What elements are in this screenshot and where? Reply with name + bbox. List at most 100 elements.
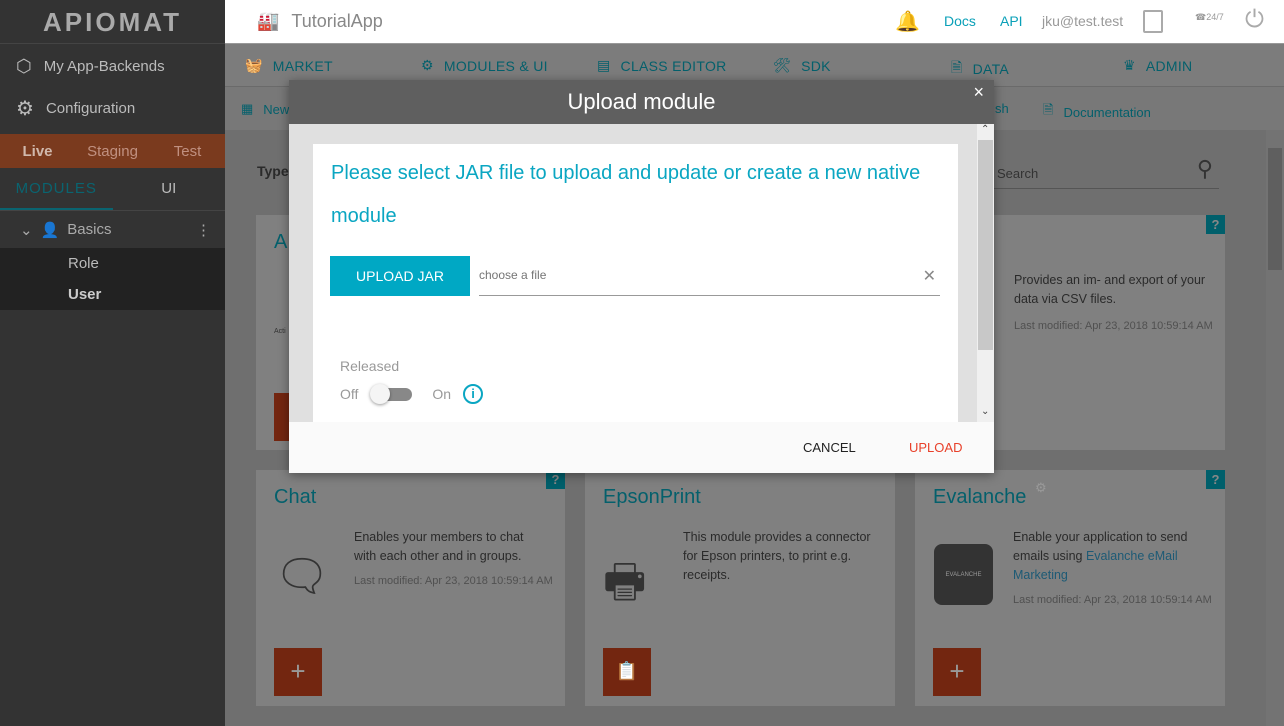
nav-sdk[interactable]: 🛠 SDK — [773, 57, 831, 74]
help-icon[interactable]: ? — [1206, 215, 1225, 234]
module-card: ? Provides an im- and export of your dat… — [994, 215, 1225, 450]
card-title: Evalanche — [933, 486, 1027, 508]
card-title: A — [274, 231, 288, 253]
documentation-icon: 🗎 — [1043, 102, 1054, 117]
nav-label: MODULES & UI — [443, 57, 548, 74]
evalanche-logo: EVALANCHE — [934, 544, 993, 605]
scroll-down-icon[interactable]: ⌄ — [981, 406, 989, 417]
clipboard-import-icon: 📋 — [615, 661, 639, 681]
dialog-body: Please select JAR file to upload and upd… — [289, 124, 994, 422]
page-scrollbar[interactable] — [1266, 130, 1284, 726]
support-label: 24/7 — [1206, 12, 1224, 22]
app-title: 🏭 TutorialApp — [257, 11, 383, 32]
search-input[interactable]: Search ⚲ — [994, 156, 1219, 189]
dialog-title: Upload module — [289, 80, 994, 124]
top-bar: 🏭 TutorialApp 🔔 Docs API jku@test.test ☎2… — [225, 0, 1284, 44]
documentation-label: Documentation — [1063, 104, 1151, 120]
file-input[interactable] — [479, 268, 899, 282]
released-label: Released — [340, 358, 400, 374]
power-icon[interactable]: ⏻ — [1245, 6, 1264, 34]
help-icon[interactable]: ? — [1206, 470, 1225, 489]
chevron-down-icon: ⌄ — [20, 221, 33, 239]
upload-module-dialog: Upload module × Please select JAR file t… — [289, 80, 994, 473]
tab-ui[interactable]: UI — [113, 168, 226, 210]
gear-icon: ⚙ — [421, 57, 434, 73]
import-module-button[interactable]: 📋 — [603, 648, 651, 696]
nav-admin[interactable]: ♛ ADMIN — [1123, 57, 1192, 74]
scroll-up-icon[interactable]: ⌃ — [981, 124, 989, 135]
sidebar-tabs: MODULES UI — [0, 168, 225, 211]
gears-icon: ⚙ — [1035, 480, 1047, 495]
scrollbar-thumb[interactable] — [1268, 148, 1282, 270]
api-link[interactable]: API — [1000, 13, 1023, 29]
document-icon: 🗎 — [951, 59, 963, 75]
dialog-panel: Please select JAR file to upload and upd… — [313, 144, 958, 422]
upload-jar-button[interactable]: UPLOAD JAR — [330, 256, 470, 296]
user-email[interactable]: jku@test.test — [1042, 13, 1123, 29]
sidebar-item-label: My App-Backends — [43, 57, 165, 75]
nav-label: MARKET — [272, 57, 333, 74]
card-title: Chat — [274, 486, 317, 508]
card-description: Enable your application to send emails u… — [1013, 528, 1203, 585]
info-icon[interactable]: i — [463, 384, 484, 404]
app-name: TutorialApp — [291, 11, 383, 31]
search-placeholder: Search — [997, 166, 1039, 181]
grid-icon: ▦ — [241, 101, 254, 116]
nav-class-editor[interactable]: ▤ CLASS EDITOR — [597, 57, 727, 74]
tools-icon: 🛠 — [773, 57, 792, 73]
class-editor-icon: ▤ — [597, 57, 611, 73]
bell-icon[interactable]: 🔔 — [895, 9, 920, 34]
group-basics[interactable]: ⌄ 👤 Basics ⋮ — [0, 211, 225, 248]
close-icon[interactable]: × — [973, 82, 984, 103]
cube-icon: ⬡ — [16, 55, 32, 76]
publish-button[interactable]: sh — [995, 101, 1009, 116]
env-tab-staging[interactable]: Staging — [75, 143, 150, 160]
module-card-epsonprint: EpsonPrint 🖶 This module provides a conn… — [585, 470, 895, 706]
add-module-button[interactable]: + — [933, 648, 981, 696]
nav-modules-ui[interactable]: ⚙ MODULES & UI — [421, 57, 548, 74]
docs-link[interactable]: Docs — [944, 13, 976, 29]
card-description: Enables your members to chat with each o… — [354, 530, 524, 563]
basket-icon: 🧺 — [245, 57, 263, 73]
clear-icon[interactable]: ✕ — [923, 266, 936, 286]
upload-button[interactable]: UPLOAD — [909, 440, 962, 455]
nav-label: SDK — [801, 57, 831, 74]
documentation-button[interactable]: 🗎 Documentation — [1043, 101, 1151, 123]
cancel-button[interactable]: CANCEL — [803, 440, 856, 455]
search-icon[interactable]: ⚲ — [1197, 156, 1213, 182]
dialog-scrollbar[interactable]: ⌃ ⌄ — [977, 124, 994, 422]
env-tab-test[interactable]: Test — [150, 143, 225, 160]
file-field: ✕ — [479, 256, 940, 296]
nav-market[interactable]: 🧺 MARKET — [245, 57, 333, 74]
nav-data[interactable]: 🗎 DATA — [951, 57, 1009, 81]
support-icon[interactable]: ☎24/7 — [1195, 12, 1224, 23]
new-label: New — [263, 101, 290, 117]
upload-prompt: Please select JAR file to upload and upd… — [331, 162, 921, 227]
env-tab-live[interactable]: Live — [0, 143, 75, 160]
card-description: This module provides a connector for Eps… — [683, 530, 871, 582]
more-vertical-icon[interactable]: ⋮ — [196, 221, 211, 239]
tab-modules[interactable]: MODULES — [0, 168, 113, 210]
module-card-chat: ? Chat 🗨 Enables your members to chat wi… — [256, 470, 565, 706]
sidebar-item-my-app-backends[interactable]: ⬡ My App-Backends — [0, 45, 225, 87]
card-modified: Last modified: Apr 23, 2018 10:59:14 AM — [1014, 320, 1213, 332]
class-item-role[interactable]: Role — [0, 248, 225, 279]
type-filter-label: Type — [257, 163, 289, 179]
add-module-button[interactable]: + — [274, 648, 322, 696]
publish-label: sh — [995, 101, 1009, 116]
group-label: Basics — [67, 221, 112, 238]
console-icon[interactable] — [1143, 10, 1163, 33]
card-description: Provides an im- and export of your data … — [1014, 273, 1206, 306]
user-icon: 👤 — [40, 221, 60, 239]
sidebar-item-label: Configuration — [45, 99, 136, 117]
scrollbar-thumb[interactable] — [978, 140, 993, 350]
class-item-user[interactable]: User — [0, 279, 225, 310]
released-toggle[interactable] — [370, 384, 414, 404]
new-button[interactable]: ▦ New — [241, 101, 289, 117]
off-label: Off — [340, 386, 359, 402]
nav-label: CLASS EDITOR — [620, 57, 727, 74]
apiomat-logo[interactable]: APIOMAT — [0, 0, 225, 44]
card-title: EpsonPrint — [603, 486, 701, 508]
sidebar-item-configuration[interactable]: ⚙ Configuration — [0, 87, 225, 129]
card-modified: Last modified: Apr 23, 2018 10:59:14 AM — [354, 575, 553, 587]
